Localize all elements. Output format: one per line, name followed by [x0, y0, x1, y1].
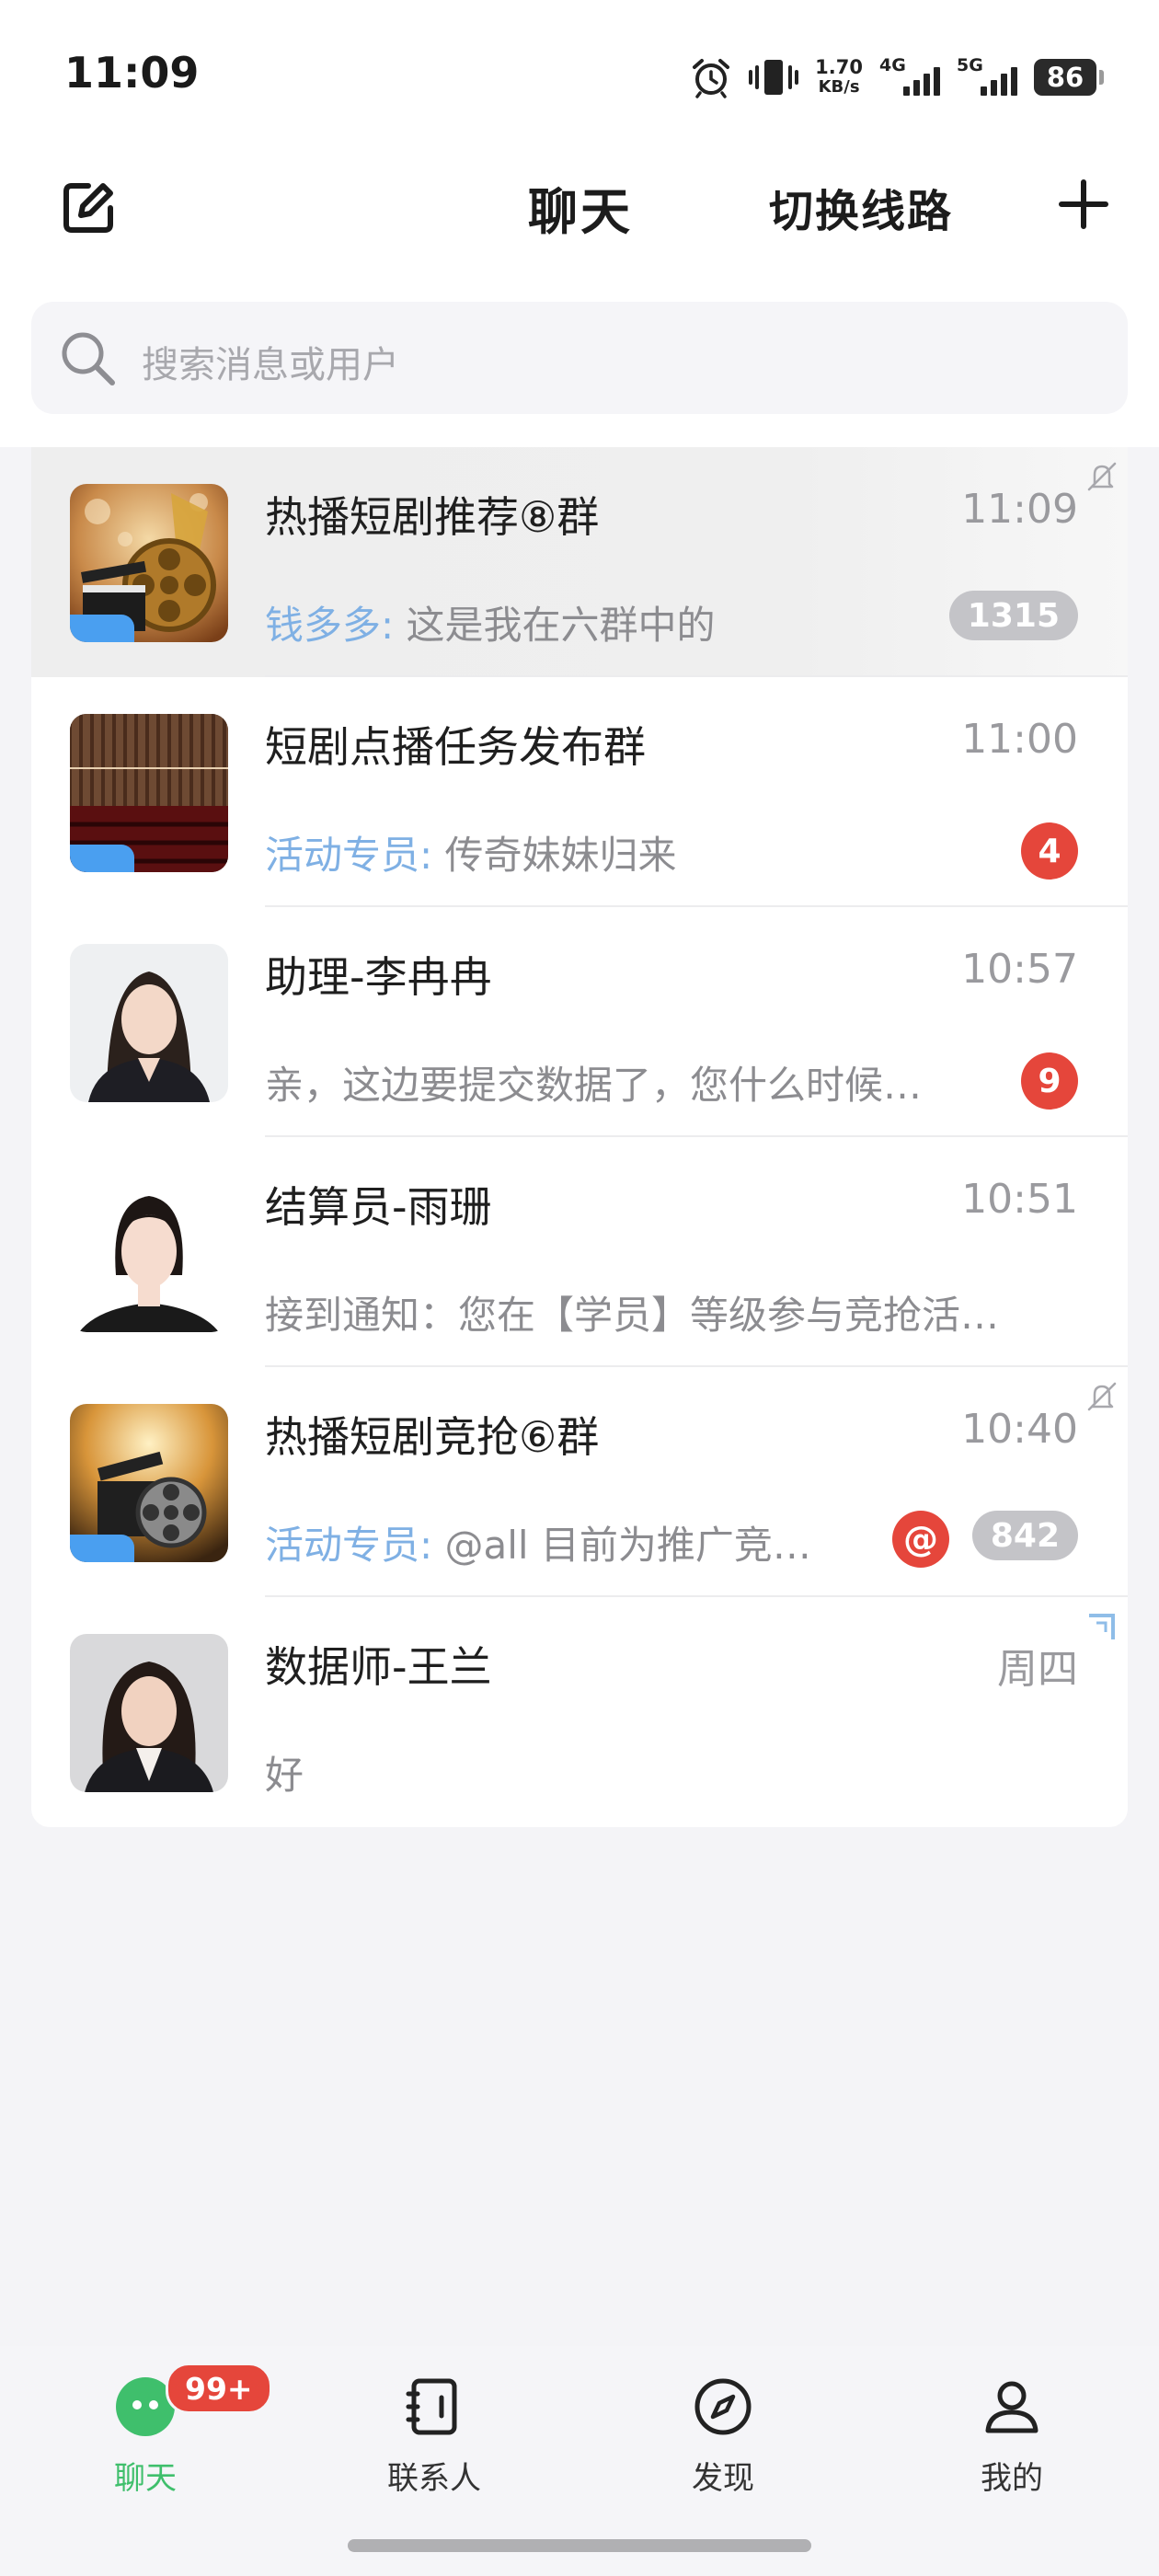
unread-count-badge: 842 [971, 1511, 1078, 1560]
compass-icon [694, 2378, 752, 2435]
tab-me[interactable]: 我的 [920, 2361, 1104, 2508]
tab-label: 联系人 [387, 2460, 481, 2497]
tab-label: 发现 [692, 2460, 754, 2497]
header: 聊天 切换线路 [0, 156, 1159, 248]
battery-level: 86 [1034, 59, 1096, 96]
vibrate-icon [749, 60, 799, 95]
search-input[interactable]: 搜索消息或用户 [31, 302, 1128, 414]
switch-route-button[interactable]: 切换线路 [769, 175, 953, 239]
portrait-photo [70, 1634, 228, 1792]
chat-item[interactable]: 热播短剧推荐⑧群 11:09 钱多多: 这是我在六群中的 1315 [31, 447, 1128, 677]
chat-item[interactable]: 结算员-雨珊 10:51 接到通知：您在【学员】等级参与竞抢活… [31, 1137, 1128, 1367]
contacts-book-icon [406, 2378, 457, 2435]
tab-contacts[interactable]: 联系人 [342, 2361, 526, 2508]
network-speed: 1.70 KB/s [815, 57, 863, 98]
chat-sender: 钱多多: [265, 603, 395, 648]
chat-sender: 活动专员: [265, 1523, 433, 1568]
chat-preview: 亲，这边要提交数据了，您什么时候… [265, 1054, 1001, 1110]
signal-bars-icon [981, 67, 1017, 96]
signal-bars-icon [903, 67, 940, 96]
bell-muted-icon [1087, 1382, 1117, 1411]
chat-name: 数据师-王兰 [265, 1642, 492, 1692]
pin-corner-icon [1089, 1614, 1115, 1639]
group-badge-icon [70, 845, 134, 872]
tab-discover[interactable]: 发现 [631, 2361, 815, 2508]
chat-message: 亲，这边要提交数据了，您什么时候… [265, 1063, 923, 1108]
chat-time: 10:40 [961, 1406, 1078, 1453]
compose-icon[interactable] [59, 178, 118, 237]
chat-message: @all 目前为推广竞… [432, 1523, 811, 1568]
tab-label: 聊天 [114, 2460, 177, 2497]
avatar [70, 1174, 228, 1332]
mention-badge: @ [892, 1511, 949, 1568]
person-icon [985, 2381, 1039, 2433]
chat-preview: 好 [265, 1744, 1001, 1800]
chat-time: 11:09 [961, 486, 1078, 533]
chat-time: 10:57 [961, 946, 1078, 993]
chat-message: 接到通知：您在【学员】等级参与竞抢活… [265, 1293, 1000, 1338]
search-icon [62, 332, 115, 385]
avatar [70, 1404, 228, 1562]
signal-5g: 5G [957, 55, 1017, 99]
portrait-photo [70, 1174, 228, 1332]
chat-name: 结算员-雨珊 [265, 1182, 492, 1232]
group-badge-icon [70, 1535, 134, 1562]
status-bar: 11:09 1.70 KB/s 4G 5G 86 [0, 0, 1159, 156]
chat-preview: 活动专员: 传奇妹妹归来 [265, 824, 1001, 880]
avatar [70, 714, 228, 872]
group-badge-icon [70, 615, 134, 642]
plus-icon[interactable] [1056, 177, 1111, 232]
search-placeholder: 搜索消息或用户 [142, 344, 399, 386]
chat-message: 传奇妹妹归来 [432, 833, 677, 878]
chat-name: 热播短剧推荐⑧群 [265, 492, 600, 542]
bell-muted-icon [1087, 462, 1117, 491]
chat-preview: 活动专员: @all 目前为推广竞… [265, 1514, 854, 1570]
portrait-photo [70, 944, 228, 1102]
chat-item[interactable]: 热播短剧竞抢⑥群 10:40 活动专员: @all 目前为推广竞… @ 842 [31, 1367, 1128, 1597]
chat-item[interactable]: 数据师-王兰 周四 好 [31, 1597, 1128, 1827]
chat-list: 热播短剧推荐⑧群 11:09 钱多多: 这是我在六群中的 1315 短剧点播任务… [31, 447, 1128, 1827]
chat-message: 好 [265, 1753, 304, 1798]
network-speed-unit: KB/s [818, 77, 860, 97]
chat-unread-badge: 99+ [166, 2363, 272, 2414]
chat-message: 这是我在六群中的 [394, 603, 716, 648]
chat-time: 周四 [997, 1646, 1078, 1693]
unread-count-badge: 4 [1021, 822, 1078, 880]
signal-5g-label: 5G [957, 55, 983, 75]
avatar [70, 944, 228, 1102]
chat-sender: 活动专员: [265, 833, 433, 878]
chat-item[interactable]: 助理-李冉冉 10:57 亲，这边要提交数据了，您什么时候… 9 [31, 907, 1128, 1137]
chat-time: 11:00 [961, 716, 1078, 763]
unread-count-badge: 9 [1021, 1052, 1078, 1110]
chat-name: 热播短剧竞抢⑥群 [265, 1412, 600, 1462]
status-time: 11:09 [64, 48, 200, 98]
chat-preview: 接到通知：您在【学员】等级参与竞抢活… [265, 1284, 1001, 1340]
signal-4g-label: 4G [879, 55, 906, 75]
signal-4g: 4G [879, 55, 940, 99]
chat-time: 10:51 [961, 1176, 1078, 1223]
home-indicator[interactable] [348, 2539, 811, 2552]
chat-item[interactable]: 短剧点播任务发布群 11:00 活动专员: 传奇妹妹归来 4 [31, 677, 1128, 907]
chat-name: 助理-李冉冉 [265, 952, 492, 1002]
status-icons: 1.70 KB/s 4G 5G 86 [690, 53, 1104, 101]
network-speed-value: 1.70 [815, 56, 863, 78]
chat-preview: 钱多多: 这是我在六群中的 [265, 594, 1001, 650]
page-title: 聊天 [528, 183, 633, 241]
chat-name: 短剧点播任务发布群 [265, 722, 646, 772]
avatar [70, 484, 228, 642]
unread-count-badge: 1315 [948, 591, 1078, 640]
avatar [70, 1634, 228, 1792]
battery-icon: 86 [1034, 59, 1104, 96]
tab-label: 我的 [981, 2460, 1043, 2497]
alarm-icon [693, 59, 730, 98]
